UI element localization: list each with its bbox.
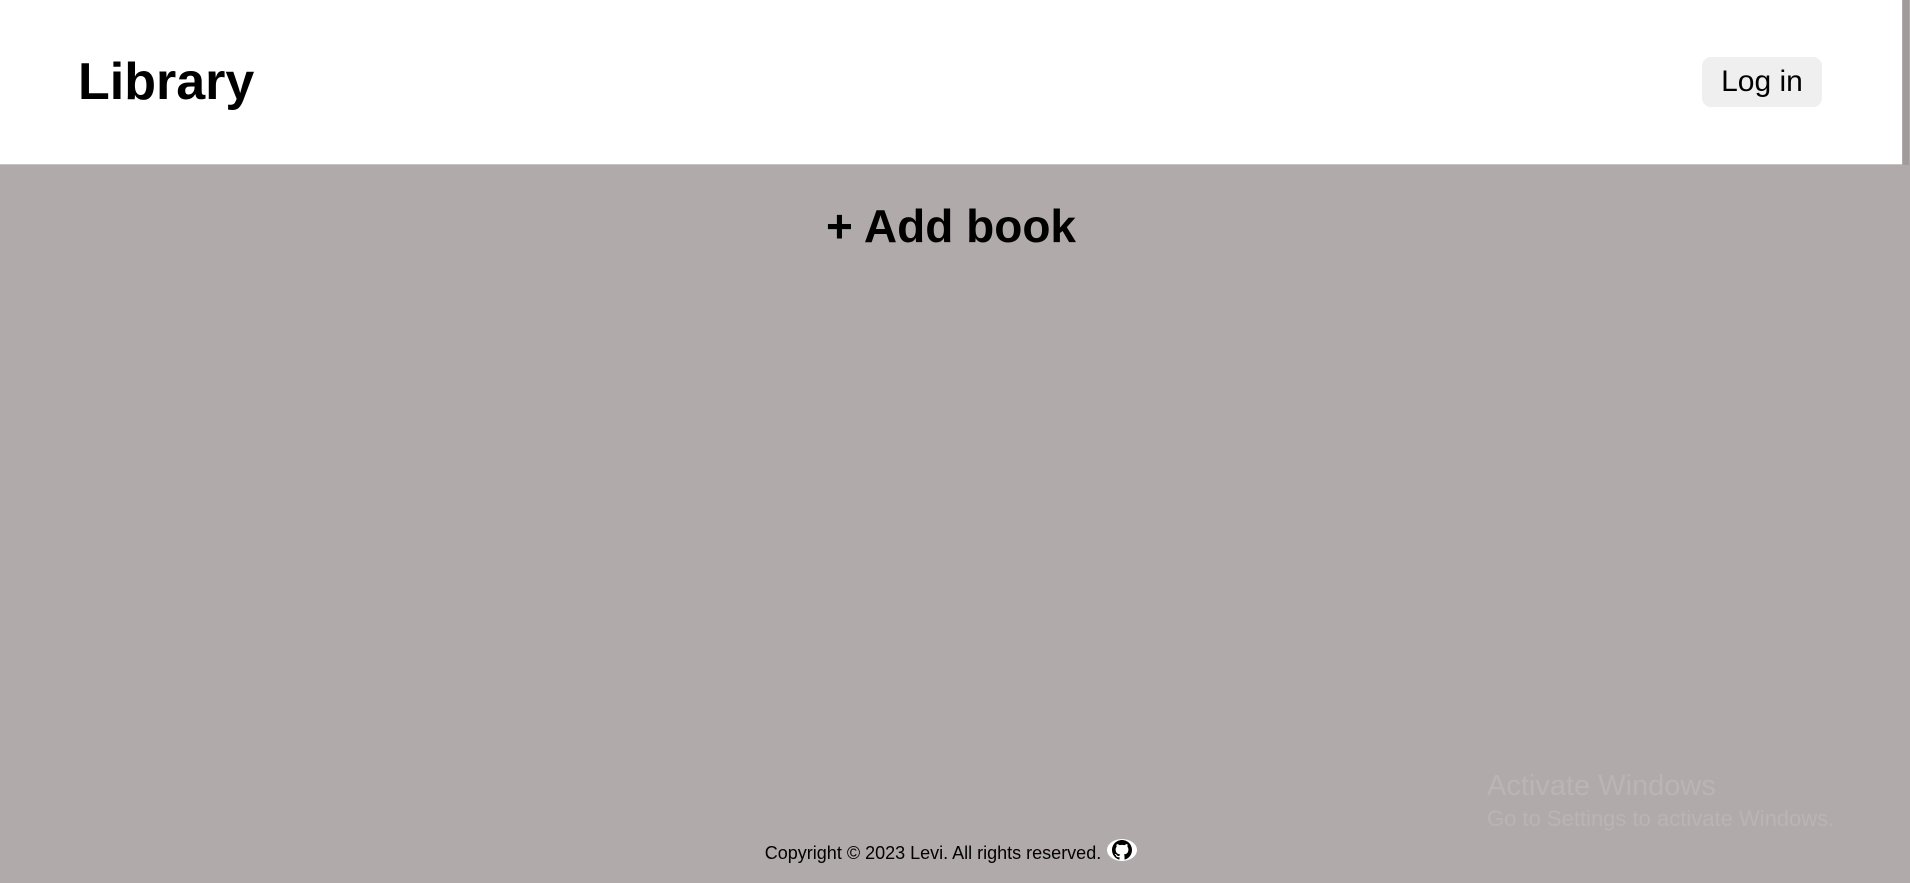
app-title: Library	[78, 53, 255, 111]
watermark-subtitle: Go to Settings to activate Windows.	[1487, 806, 1835, 831]
add-book-button[interactable]: + Add book	[0, 196, 1902, 256]
page: Library Log in + Add book Copyright © 20…	[0, 0, 1902, 883]
windows-activation-watermark: Activate Windows Go to Settings to activ…	[1487, 768, 1834, 834]
scrollbar-thumb[interactable]	[1903, 0, 1909, 165]
vertical-scrollbar[interactable]	[1902, 0, 1910, 883]
site-footer: Copyright © 2023 Levi. All rights reserv…	[0, 836, 1902, 870]
add-book-label: + Add book	[825, 200, 1076, 252]
login-button[interactable]: Log in	[1702, 57, 1822, 107]
copyright-text: Copyright © 2023 Levi. All rights reserv…	[764, 842, 1102, 863]
site-header: Library Log in	[0, 0, 1902, 165]
watermark-title: Activate Windows	[1487, 770, 1716, 802]
github-icon	[1112, 840, 1133, 860]
github-link[interactable]	[1107, 839, 1138, 861]
